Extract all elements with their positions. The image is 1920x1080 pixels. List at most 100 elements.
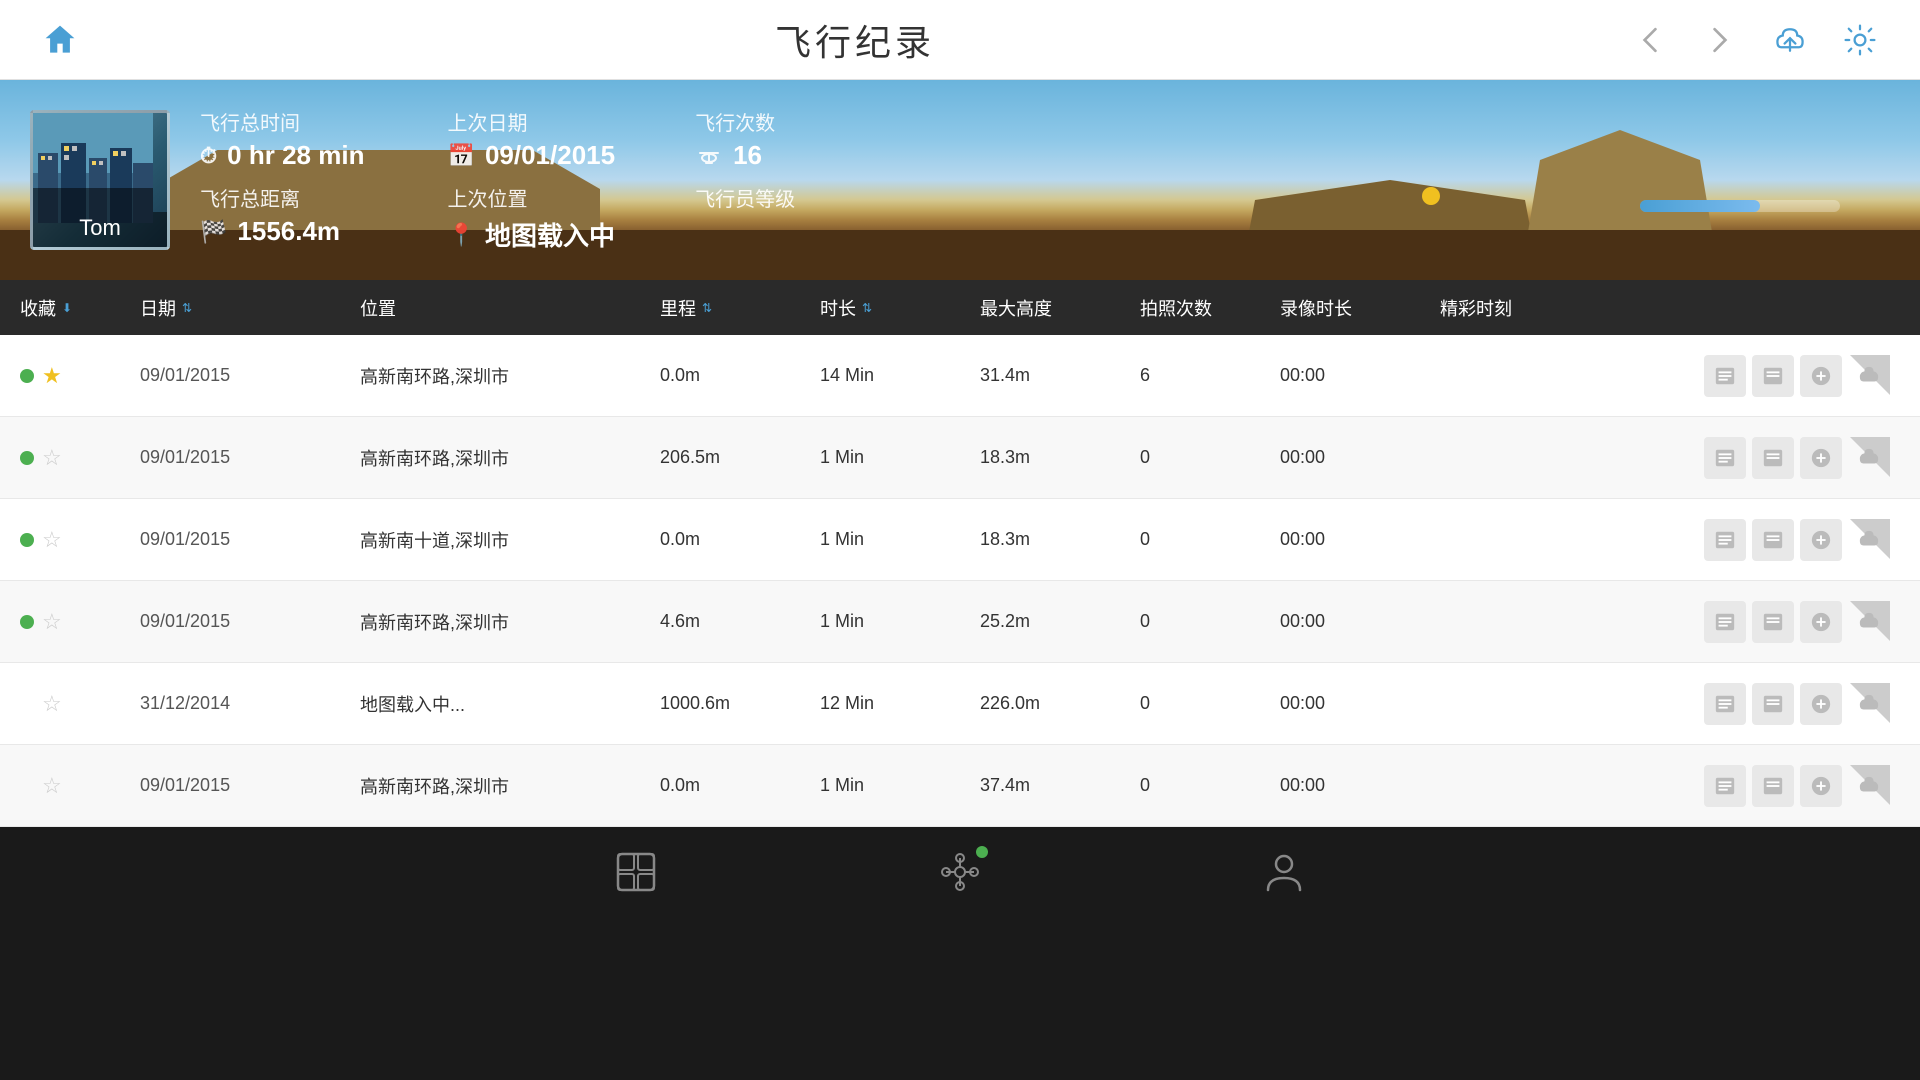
- row-photos: 0: [1140, 611, 1280, 632]
- action-btn-1[interactable]: [1704, 437, 1746, 479]
- star-toggle[interactable]: ☆: [42, 609, 62, 635]
- row-date: 31/12/2014: [140, 693, 360, 714]
- col-distance[interactable]: 里程 ⇅: [660, 295, 820, 321]
- row-photos: 0: [1140, 447, 1280, 468]
- collect-cell[interactable]: ★: [20, 363, 140, 389]
- row-video-duration: 00:00: [1280, 529, 1440, 550]
- flight-count-stat: 飞行次数 16: [695, 101, 863, 177]
- col-duration[interactable]: 时长 ⇅: [820, 295, 980, 321]
- upload-button[interactable]: [1770, 20, 1810, 60]
- next-button[interactable]: [1700, 20, 1740, 60]
- row-actions: [1440, 437, 1900, 479]
- pilot-level-fill: [1640, 200, 1760, 212]
- row-duration: 12 Min: [820, 693, 980, 714]
- star-toggle[interactable]: ★: [42, 363, 62, 389]
- row-max-height: 37.4m: [980, 775, 1140, 796]
- collect-cell[interactable]: ☆: [20, 445, 140, 471]
- table-row[interactable]: ☆ 09/01/2015 高新南环路,深圳市 0.0m 1 Min 37.4m …: [0, 745, 1920, 827]
- pilot-level-bar: [1640, 200, 1840, 212]
- action-btn-2[interactable]: [1752, 355, 1794, 397]
- action-btn-3[interactable]: [1800, 601, 1842, 643]
- total-dist-value: 🏁 1556.4m: [200, 216, 368, 247]
- table-row[interactable]: ★ 09/01/2015 高新南环路,深圳市 0.0m 14 Min 31.4m…: [0, 335, 1920, 417]
- star-toggle[interactable]: ☆: [42, 527, 62, 553]
- home-button[interactable]: [40, 20, 80, 60]
- row-date: 09/01/2015: [140, 529, 360, 550]
- col-collect[interactable]: 收藏 ⬇: [20, 295, 140, 321]
- row-max-height: 226.0m: [980, 693, 1140, 714]
- table-body: ★ 09/01/2015 高新南环路,深圳市 0.0m 14 Min 31.4m…: [0, 335, 1920, 827]
- col-date[interactable]: 日期 ⇅: [140, 295, 360, 321]
- row-duration: 14 Min: [820, 365, 980, 386]
- nav-profile[interactable]: [1262, 850, 1306, 894]
- row-actions: [1440, 765, 1900, 807]
- cloud-sync-btn[interactable]: [1848, 765, 1890, 807]
- col-photos: 拍照次数: [1140, 295, 1280, 321]
- action-btn-1[interactable]: [1704, 683, 1746, 725]
- nav-fly[interactable]: [938, 850, 982, 894]
- col-video-duration: 录像时长: [1280, 295, 1440, 321]
- action-btn-2[interactable]: [1752, 437, 1794, 479]
- action-btn-3[interactable]: [1800, 765, 1842, 807]
- action-btn-3[interactable]: [1800, 437, 1842, 479]
- row-actions: [1440, 355, 1900, 397]
- row-location: 高新南环路,深圳市: [360, 445, 660, 471]
- row-duration: 1 Min: [820, 611, 980, 632]
- table-row[interactable]: ☆ 09/01/2015 高新南环路,深圳市 4.6m 1 Min 25.2m …: [0, 581, 1920, 663]
- row-location: 高新南十道,深圳市: [360, 527, 660, 553]
- online-dot: [20, 369, 34, 383]
- table-row[interactable]: ☆ 09/01/2015 高新南十道,深圳市 0.0m 1 Min 18.3m …: [0, 499, 1920, 581]
- action-btn-1[interactable]: [1704, 519, 1746, 561]
- row-duration: 1 Min: [820, 775, 980, 796]
- action-btn-1[interactable]: [1704, 355, 1746, 397]
- collect-cell[interactable]: ☆: [20, 773, 140, 799]
- row-date: 09/01/2015: [140, 611, 360, 632]
- header-panel: Tom 飞行总时间 ⏱ 0 hr 28 min 上次日期 📅 09/01/201…: [0, 80, 1920, 280]
- row-max-height: 25.2m: [980, 611, 1140, 632]
- total-dist-stat: 飞行总距离 🏁 1556.4m: [200, 177, 368, 259]
- cloud-sync-btn[interactable]: [1848, 355, 1890, 397]
- star-toggle[interactable]: ☆: [42, 445, 62, 471]
- action-btn-2[interactable]: [1752, 765, 1794, 807]
- star-toggle[interactable]: ☆: [42, 691, 62, 717]
- nav-gallery[interactable]: [614, 850, 658, 894]
- online-dot: [20, 533, 34, 547]
- action-btn-3[interactable]: [1800, 683, 1842, 725]
- collect-cell[interactable]: ☆: [20, 691, 140, 717]
- total-time-stat: 飞行总时间 ⏱ 0 hr 28 min: [200, 101, 368, 177]
- action-btn-1[interactable]: [1704, 601, 1746, 643]
- row-video-duration: 00:00: [1280, 611, 1440, 632]
- row-actions: [1440, 601, 1900, 643]
- action-btn-3[interactable]: [1800, 355, 1842, 397]
- pilot-level-label: 飞行员等级: [695, 183, 863, 212]
- action-btn-3[interactable]: [1800, 519, 1842, 561]
- last-date-stat: 上次日期 📅 09/01/2015: [448, 101, 616, 177]
- star-toggle[interactable]: ☆: [42, 773, 62, 799]
- profile-name: Tom: [33, 215, 167, 241]
- table-row[interactable]: ☆ 09/01/2015 高新南环路,深圳市 206.5m 1 Min 18.3…: [0, 417, 1920, 499]
- row-max-height: 18.3m: [980, 447, 1140, 468]
- row-photos: 0: [1140, 529, 1280, 550]
- prev-button[interactable]: [1630, 20, 1670, 60]
- row-location: 高新南环路,深圳市: [360, 773, 660, 799]
- action-btn-1[interactable]: [1704, 765, 1746, 807]
- cloud-sync-btn[interactable]: [1848, 601, 1890, 643]
- profile-thumbnail[interactable]: Tom: [30, 110, 170, 250]
- table-row[interactable]: ☆ 31/12/2014 地图载入中... 1000.6m 12 Min 226…: [0, 663, 1920, 745]
- collect-cell[interactable]: ☆: [20, 527, 140, 553]
- action-btn-2[interactable]: [1752, 683, 1794, 725]
- sort-duration-icon: ⇅: [862, 301, 872, 315]
- action-btn-2[interactable]: [1752, 519, 1794, 561]
- top-navigation: 飞行纪录: [0, 0, 1920, 80]
- row-max-height: 18.3m: [980, 529, 1140, 550]
- collect-cell[interactable]: ☆: [20, 609, 140, 635]
- cloud-sync-btn[interactable]: [1848, 683, 1890, 725]
- sort-collect-icon: ⬇: [62, 301, 72, 315]
- page-title: 飞行纪录: [775, 14, 935, 66]
- cloud-sync-btn[interactable]: [1848, 437, 1890, 479]
- cloud-sync-btn[interactable]: [1848, 519, 1890, 561]
- settings-button[interactable]: [1840, 20, 1880, 60]
- row-location: 高新南环路,深圳市: [360, 363, 660, 389]
- action-btn-2[interactable]: [1752, 601, 1794, 643]
- online-dot: [20, 451, 34, 465]
